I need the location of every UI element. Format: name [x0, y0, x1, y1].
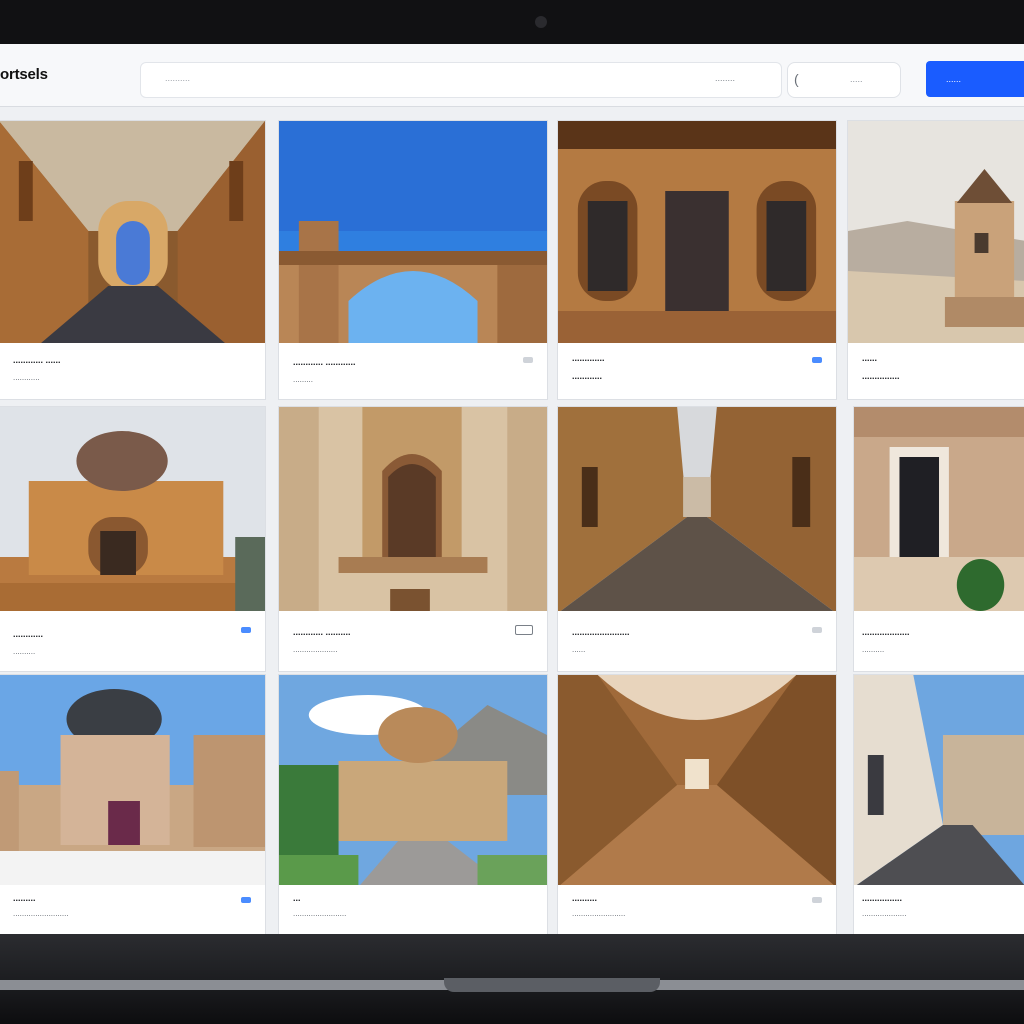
- card-image: [848, 121, 1024, 345]
- gallery-card[interactable]: ....................... ......: [557, 406, 837, 672]
- card-subtitle: ...............: [862, 371, 900, 381]
- card-image: [854, 407, 1024, 613]
- gallery-card[interactable]: ... ........................: [278, 674, 548, 934]
- filter-icon: (: [794, 71, 799, 87]
- search-placeholder: ..........: [165, 73, 191, 83]
- camera-icon: [535, 16, 547, 28]
- gallery-card[interactable]: ................... ..........: [853, 406, 1024, 672]
- card-title: ..........: [572, 893, 598, 903]
- gallery-card[interactable]: ................ ....................: [853, 674, 1024, 934]
- browser-screen: ortsels .......... ........ ( ..... ....…: [0, 44, 1024, 934]
- card-badge: [515, 625, 533, 635]
- card-title: .............: [572, 353, 605, 363]
- card-image: [558, 121, 836, 345]
- gallery-card[interactable]: ......... .........................: [0, 674, 266, 934]
- filter-label: .....: [850, 74, 863, 84]
- card-image: [279, 121, 547, 345]
- primary-action-button[interactable]: ......: [926, 61, 1024, 97]
- card-subtitle: .........................: [13, 909, 69, 918]
- card-image: [0, 407, 265, 613]
- card-image: [279, 407, 547, 613]
- card-badge: [812, 627, 822, 633]
- gallery-card[interactable]: ............ ...... ............: [0, 120, 266, 400]
- search-scope-label: ........: [715, 73, 736, 83]
- laptop-notch: [444, 978, 660, 992]
- card-badge: [812, 357, 822, 363]
- card-subtitle: ........................: [572, 909, 626, 918]
- image-grid: ............ ...... ............ .......…: [0, 120, 1024, 934]
- card-subtitle: ..........: [13, 647, 36, 656]
- card-title: ...................: [862, 627, 910, 637]
- gallery-card[interactable]: ............ .......... ................…: [278, 406, 548, 672]
- card-subtitle: ........................: [293, 909, 347, 918]
- card-badge: [812, 897, 822, 903]
- card-image: [0, 121, 265, 345]
- gallery-card[interactable]: ............. ............: [557, 120, 837, 400]
- card-title: ............: [13, 629, 44, 639]
- card-title: ......: [862, 353, 878, 363]
- gallery-card[interactable]: ............ ............ .........: [278, 120, 548, 400]
- top-bar: ortsels .......... ........ ( ..... ....…: [0, 44, 1024, 107]
- card-subtitle: ............: [13, 373, 40, 382]
- gallery-card[interactable]: ...... ...............: [847, 120, 1024, 400]
- card-subtitle: ......: [572, 645, 586, 654]
- card-image: [279, 675, 547, 887]
- card-image: [558, 675, 836, 887]
- card-title: .........: [13, 893, 36, 903]
- card-title: ............ ..........: [293, 627, 351, 637]
- card-subtitle: ....................: [293, 645, 338, 654]
- card-title: ................: [862, 893, 903, 903]
- card-image: [854, 675, 1024, 887]
- card-title: ...: [293, 893, 301, 903]
- card-subtitle: ............: [572, 371, 603, 381]
- card-subtitle: ....................: [862, 909, 907, 918]
- card-subtitle: .........: [293, 375, 314, 384]
- card-badge: [523, 357, 533, 363]
- card-badge: [241, 897, 251, 903]
- card-badge: [241, 627, 251, 633]
- card-title: ............ ......: [13, 355, 61, 365]
- gallery-card[interactable]: .......... ........................: [557, 674, 837, 934]
- card-title: ............ ............: [293, 357, 356, 367]
- filter-dropdown[interactable]: ( .....: [787, 62, 901, 98]
- search-input[interactable]: .......... ........: [140, 62, 782, 98]
- card-subtitle: ..........: [862, 645, 885, 654]
- card-title: .......................: [572, 627, 630, 637]
- card-image: [558, 407, 836, 613]
- card-image: [0, 675, 265, 887]
- gallery-card[interactable]: ............ ..........: [0, 406, 266, 672]
- brand-logo[interactable]: ortsels: [0, 66, 48, 83]
